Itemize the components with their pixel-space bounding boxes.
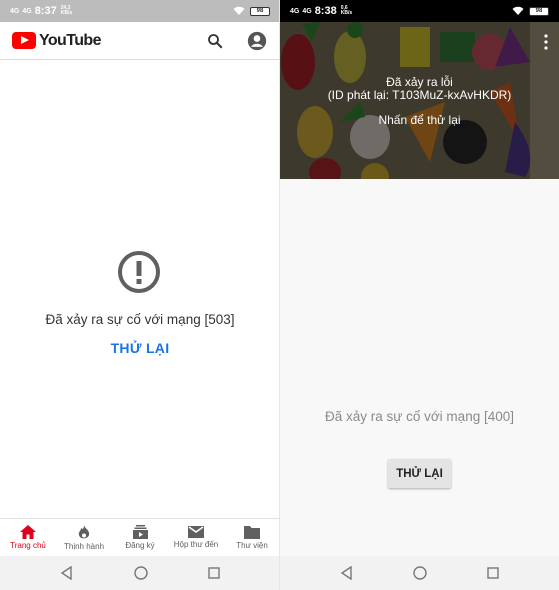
search-button[interactable]	[204, 30, 226, 52]
youtube-logo[interactable]: YouTube	[12, 32, 101, 50]
more-options-icon[interactable]	[543, 34, 549, 50]
network-indicator-2: 4G	[22, 7, 32, 15]
inbox-icon	[188, 526, 204, 538]
app-bar: YouTube	[0, 22, 280, 60]
youtube-play-icon	[12, 32, 36, 49]
trending-icon	[78, 524, 90, 538]
nav-label: Thịnh hành	[63, 541, 105, 551]
recents-icon[interactable]	[208, 567, 220, 579]
network-error-message: Đã xảy ra sự cố với mạng [503]	[45, 312, 235, 327]
playback-id: (ID phát lại: T103MuZ-kxAvHKDR)	[327, 88, 512, 102]
search-icon	[208, 33, 223, 48]
network-indicator: 4G	[10, 7, 20, 15]
tap-to-retry[interactable]: Nhấn để thử lại	[280, 113, 559, 127]
library-icon	[244, 525, 260, 539]
retry-button[interactable]: THỬ LẠI	[0, 340, 280, 356]
battery-icon: 98	[529, 6, 549, 16]
nav-trending[interactable]: Thịnh hành	[56, 519, 112, 556]
account-icon	[247, 31, 267, 50]
left-screen: 4G 4G 8:37 24,3 KB/s 98 YouTube Đã xảy r…	[0, 0, 280, 590]
back-icon[interactable]	[340, 566, 354, 580]
nav-label: Thư viện	[236, 540, 268, 550]
brand-name: YouTube	[39, 31, 101, 49]
recents-icon[interactable]	[487, 567, 499, 579]
system-navigation-bar	[0, 556, 280, 590]
retry-button[interactable]: THỬ LẠI	[388, 459, 451, 488]
home-icon	[20, 525, 36, 539]
nav-label: Trang chủ	[10, 541, 46, 550]
home-circle-icon[interactable]	[134, 566, 148, 580]
status-time: 8:38	[314, 5, 337, 17]
nav-label: Hộp thư đến	[173, 540, 219, 549]
network-error-message: Đã xảy ra sự cố với mạng [400]	[325, 409, 514, 424]
bottom-navigation: Trang chủ Thịnh hành Đăng ký Hộp thư đến…	[0, 518, 280, 556]
account-button[interactable]	[246, 30, 268, 52]
system-navigation-bar	[280, 556, 559, 590]
right-screen: 4G 4G 8:38 0,6 KB/s 98 Đã xảy ra lỗi (ID…	[280, 0, 559, 590]
home-circle-icon[interactable]	[413, 566, 428, 580]
video-error-title: Đã xảy ra lỗi	[386, 75, 453, 89]
nav-home[interactable]: Trang chủ	[0, 519, 56, 556]
error-alert-icon	[118, 251, 160, 293]
status-time: 8:37	[34, 5, 57, 17]
status-bar: 4G 4G 8:37 24,3 KB/s 98	[0, 0, 280, 22]
nav-subscriptions[interactable]: Đăng ký	[112, 519, 168, 556]
status-bar: 4G 4G 8:38 0,6 KB/s 98	[280, 0, 559, 22]
video-player[interactable]: Đã xảy ra lỗi (ID phát lại: T103MuZ-kxAv…	[280, 22, 559, 179]
network-speed: 24,3 KB/s	[60, 5, 73, 16]
network-indicator: 4G	[290, 7, 300, 15]
battery-icon: 98	[250, 6, 270, 16]
nav-library[interactable]: Thư viện	[224, 519, 280, 556]
wifi-icon	[233, 6, 245, 15]
nav-label: Đăng ký	[125, 541, 155, 550]
network-speed: 0,6 KB/s	[340, 5, 353, 16]
wifi-icon	[512, 6, 524, 15]
network-indicator-2: 4G	[302, 7, 312, 15]
nav-inbox[interactable]: Hộp thư đến	[168, 519, 224, 556]
back-icon[interactable]	[60, 566, 74, 580]
subscriptions-icon	[132, 525, 148, 539]
